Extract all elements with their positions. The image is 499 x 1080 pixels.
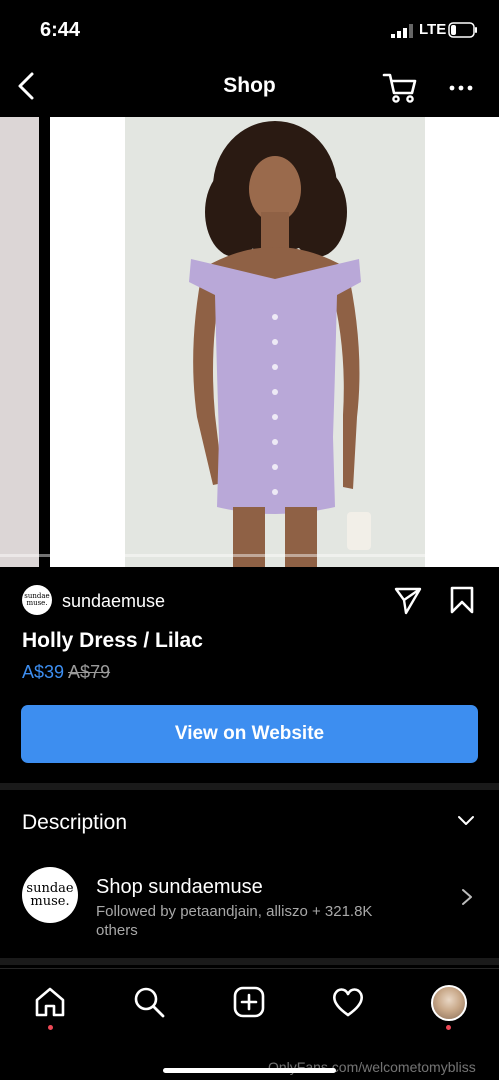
carousel-progress bbox=[0, 554, 499, 557]
shop-title: Shop sundaemuse bbox=[96, 876, 263, 898]
product-image-carousel[interactable] bbox=[0, 117, 499, 567]
ellipsis-icon[interactable] bbox=[446, 74, 476, 102]
previous-image-peek[interactable] bbox=[0, 117, 39, 567]
product-photo bbox=[125, 117, 425, 567]
home-icon[interactable] bbox=[33, 985, 67, 1019]
page-title: Shop bbox=[223, 74, 276, 97]
bookmark-icon[interactable] bbox=[449, 585, 475, 615]
product-name: Holly Dress / Lilac bbox=[22, 629, 203, 652]
description-row[interactable]: Description bbox=[0, 795, 499, 851]
bottom-tab-bar: OnlyFans.com/welcometomybliss bbox=[0, 968, 499, 1080]
chevron-down-icon bbox=[458, 816, 474, 825]
add-icon[interactable] bbox=[232, 985, 266, 1019]
signal-icon bbox=[391, 24, 413, 38]
original-price: A$79 bbox=[68, 662, 111, 682]
battery-icon bbox=[448, 22, 477, 38]
merchant-row: sundae muse. sundaemuse bbox=[22, 583, 477, 619]
profile-avatar[interactable] bbox=[431, 985, 467, 1021]
profile-notification-dot bbox=[446, 1025, 451, 1030]
section-divider-bottom bbox=[0, 958, 499, 965]
product-price: A$39 A$79 bbox=[22, 662, 110, 683]
cart-icon[interactable] bbox=[382, 72, 418, 104]
heart-icon[interactable] bbox=[331, 985, 365, 1019]
description-label: Description bbox=[22, 811, 128, 834]
chevron-right-icon bbox=[462, 889, 472, 905]
merchant-logo[interactable]: sundae muse. bbox=[22, 585, 52, 615]
status-bar: 6:44 LTE bbox=[0, 0, 499, 60]
merchant-name[interactable]: sundaemuse bbox=[62, 591, 165, 612]
home-notification-dot bbox=[48, 1025, 53, 1030]
search-icon[interactable] bbox=[132, 985, 166, 1019]
top-nav: Shop bbox=[0, 60, 499, 116]
sale-price: A$39 bbox=[22, 662, 65, 682]
send-icon[interactable] bbox=[393, 585, 423, 615]
shop-followers: Followed by petaandjain, alliszo + 321.8… bbox=[96, 903, 373, 939]
shop-logo: sundae muse. bbox=[22, 867, 78, 923]
network-label: LTE bbox=[419, 21, 447, 38]
section-divider bbox=[0, 783, 499, 790]
shop-row[interactable]: sundae muse. Shop sundaemuse Followed by… bbox=[0, 862, 499, 952]
view-on-website-button[interactable]: View on Website bbox=[21, 705, 478, 763]
status-time: 6:44 bbox=[40, 19, 81, 41]
home-indicator bbox=[163, 1068, 336, 1073]
